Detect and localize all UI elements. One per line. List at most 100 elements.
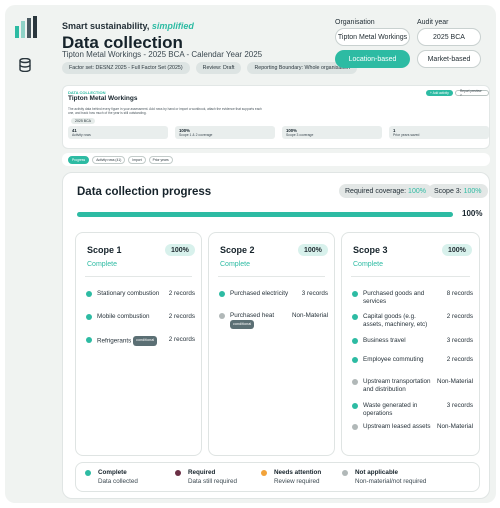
item-records: 2 records — [168, 313, 195, 320]
scope-pct-badge: 100% — [442, 244, 472, 256]
status-dot-icon — [352, 314, 358, 320]
item-label: Purchased electricity — [230, 290, 289, 297]
report-preview-button[interactable]: Report preview > — [455, 89, 489, 97]
market-based-button[interactable]: Market-based — [417, 50, 481, 68]
item-records: 3 records — [446, 337, 473, 344]
add-activity-button[interactable]: + Add activity — [426, 90, 453, 96]
item-label: Purchased goods and services — [363, 290, 425, 305]
legend-dot-icon — [175, 470, 181, 476]
summary-title: Tipton Metal Workings — [68, 95, 138, 102]
scope-2-card: Scope 2 100% Complete Purchased electric… — [208, 232, 335, 456]
item-records: 2 records — [446, 313, 473, 320]
item-records: Non-Material — [291, 312, 328, 319]
legend-desc: Non-material/not required — [355, 478, 427, 485]
status-dot-icon — [86, 291, 92, 297]
tagline-accent: simplified — [151, 21, 194, 31]
audit-year-label: Audit year — [417, 19, 449, 26]
overall-progress-bar — [77, 212, 453, 217]
tab-prior-years[interactable]: Prior years — [148, 156, 173, 164]
scope-status: Complete — [353, 261, 383, 268]
item-records: 2 records — [168, 336, 195, 343]
scope-1-card: Scope 1 100% Complete Stationary combust… — [75, 232, 202, 456]
stat-label: Prior years saved — [393, 133, 420, 137]
page-subtitle: Tipton Metal Workings - 2025 BCA - Calen… — [62, 50, 263, 59]
legend-title: Complete — [98, 469, 127, 476]
item-records: Non-Material — [436, 378, 473, 385]
item-records: Non-Material — [436, 423, 473, 430]
status-dot-icon — [86, 337, 92, 343]
audit-year-select[interactable]: 2025 BCA — [417, 28, 481, 46]
stat-label: Activity rows — [72, 133, 91, 137]
stat-scope12-coverage: 100% Scope 1 & 2 coverage — [175, 126, 275, 139]
tagline-text: Smart sustainability, — [62, 21, 150, 31]
status-legend: Complete Data collected Required Data st… — [75, 462, 480, 492]
stat-label: Scope 1 & 2 coverage — [179, 133, 213, 137]
item-label-text: Purchased heat — [230, 312, 275, 319]
status-dot-icon — [352, 338, 358, 344]
legend-dot-icon — [261, 470, 267, 476]
status-dot-icon — [352, 424, 358, 430]
legend-dot-icon — [85, 470, 91, 476]
item-records: 3 records — [301, 290, 328, 297]
legend-title: Required — [188, 469, 216, 476]
conditional-badge: conditional — [230, 319, 255, 329]
legend-dot-icon — [342, 470, 348, 476]
progress-title: Data collection progress — [77, 186, 212, 198]
item-label: Capital goods (e.g. assets, machinery, e… — [363, 313, 428, 328]
factor-set-pill: Factor set: DESNZ 2025 - Full Factor Set… — [62, 62, 190, 74]
scope-title: Scope 2 — [220, 245, 255, 255]
item-records: 8 records — [446, 290, 473, 297]
divider — [85, 276, 192, 277]
coverage-label: Required coverage: — [345, 187, 407, 195]
app-frame: Smart sustainability, simplified Data co… — [5, 5, 496, 503]
scope3-badge: Scope 3: 100% — [428, 184, 488, 198]
status-dot-icon — [86, 314, 92, 320]
item-label: Upstream leased assets — [363, 423, 431, 430]
legend-desc: Review required — [274, 478, 320, 485]
item-label: Mobile combustion — [97, 313, 150, 320]
side-rail — [5, 5, 45, 503]
tab-activity-rows[interactable]: Activity rows (41) — [92, 156, 126, 164]
required-coverage-badge: Required coverage: 100% — [339, 184, 432, 198]
scope3-value: 100% — [463, 187, 482, 195]
progress-panel: Data collection progress Required covera… — [62, 172, 490, 499]
divider — [351, 276, 470, 277]
item-records: 2 records — [446, 356, 473, 363]
summary-stats: 41 Activity rows 100% Scope 1 & 2 covera… — [68, 126, 489, 139]
scope3-label: Scope 3: — [434, 187, 462, 195]
status-dot-icon — [219, 313, 225, 319]
stat-prior-years: 1 Prior years saved — [389, 126, 489, 139]
organisation-select[interactable]: Tipton Metal Workings — [335, 28, 410, 46]
organisation-label: Organisation — [335, 19, 375, 26]
brand-tagline: Smart sustainability, simplified — [62, 21, 194, 31]
item-label-text: Refrigerants — [97, 337, 132, 345]
database-icon[interactable] — [19, 58, 31, 72]
tab-progress[interactable]: Progress — [68, 156, 90, 164]
item-label: Waste generated in operations — [363, 402, 418, 417]
status-dot-icon — [352, 403, 358, 409]
summary-tag: 2025 BCA — [71, 118, 95, 124]
legend-desc: Data collected — [98, 478, 138, 485]
item-records: 3 records — [446, 402, 473, 409]
item-label: Business travel — [363, 337, 406, 344]
stat-activity-rows: 41 Activity rows — [68, 126, 168, 139]
scope-status: Complete — [220, 261, 250, 268]
scope-pct-badge: 100% — [165, 244, 195, 256]
info-pills: Factor set: DESNZ 2025 - Full Factor Set… — [62, 62, 357, 74]
review-pill: Review: Draft — [195, 62, 242, 74]
scope-title: Scope 1 — [87, 245, 122, 255]
scope-title: Scope 3 — [353, 245, 388, 255]
item-records: 2 records — [168, 290, 195, 297]
conditional-badge: conditional — [133, 336, 158, 346]
item-label: Refrigerants conditional — [97, 336, 158, 346]
tabs-bar: Progress Activity rows (41) Import Prior… — [62, 153, 490, 166]
app-logo-icon — [15, 16, 37, 38]
legend-title: Needs attention — [274, 469, 322, 476]
location-based-button[interactable]: Location-based — [335, 50, 410, 68]
data-collection-summary-card: DATA COLLECTION Tipton Metal Workings Th… — [62, 85, 490, 149]
overall-progress-fill — [77, 212, 453, 217]
status-dot-icon — [352, 357, 358, 363]
tab-import[interactable]: Import — [128, 156, 146, 164]
item-label: Employee commuting — [363, 356, 424, 363]
summary-description: The activity data behind every figure in… — [68, 107, 262, 116]
